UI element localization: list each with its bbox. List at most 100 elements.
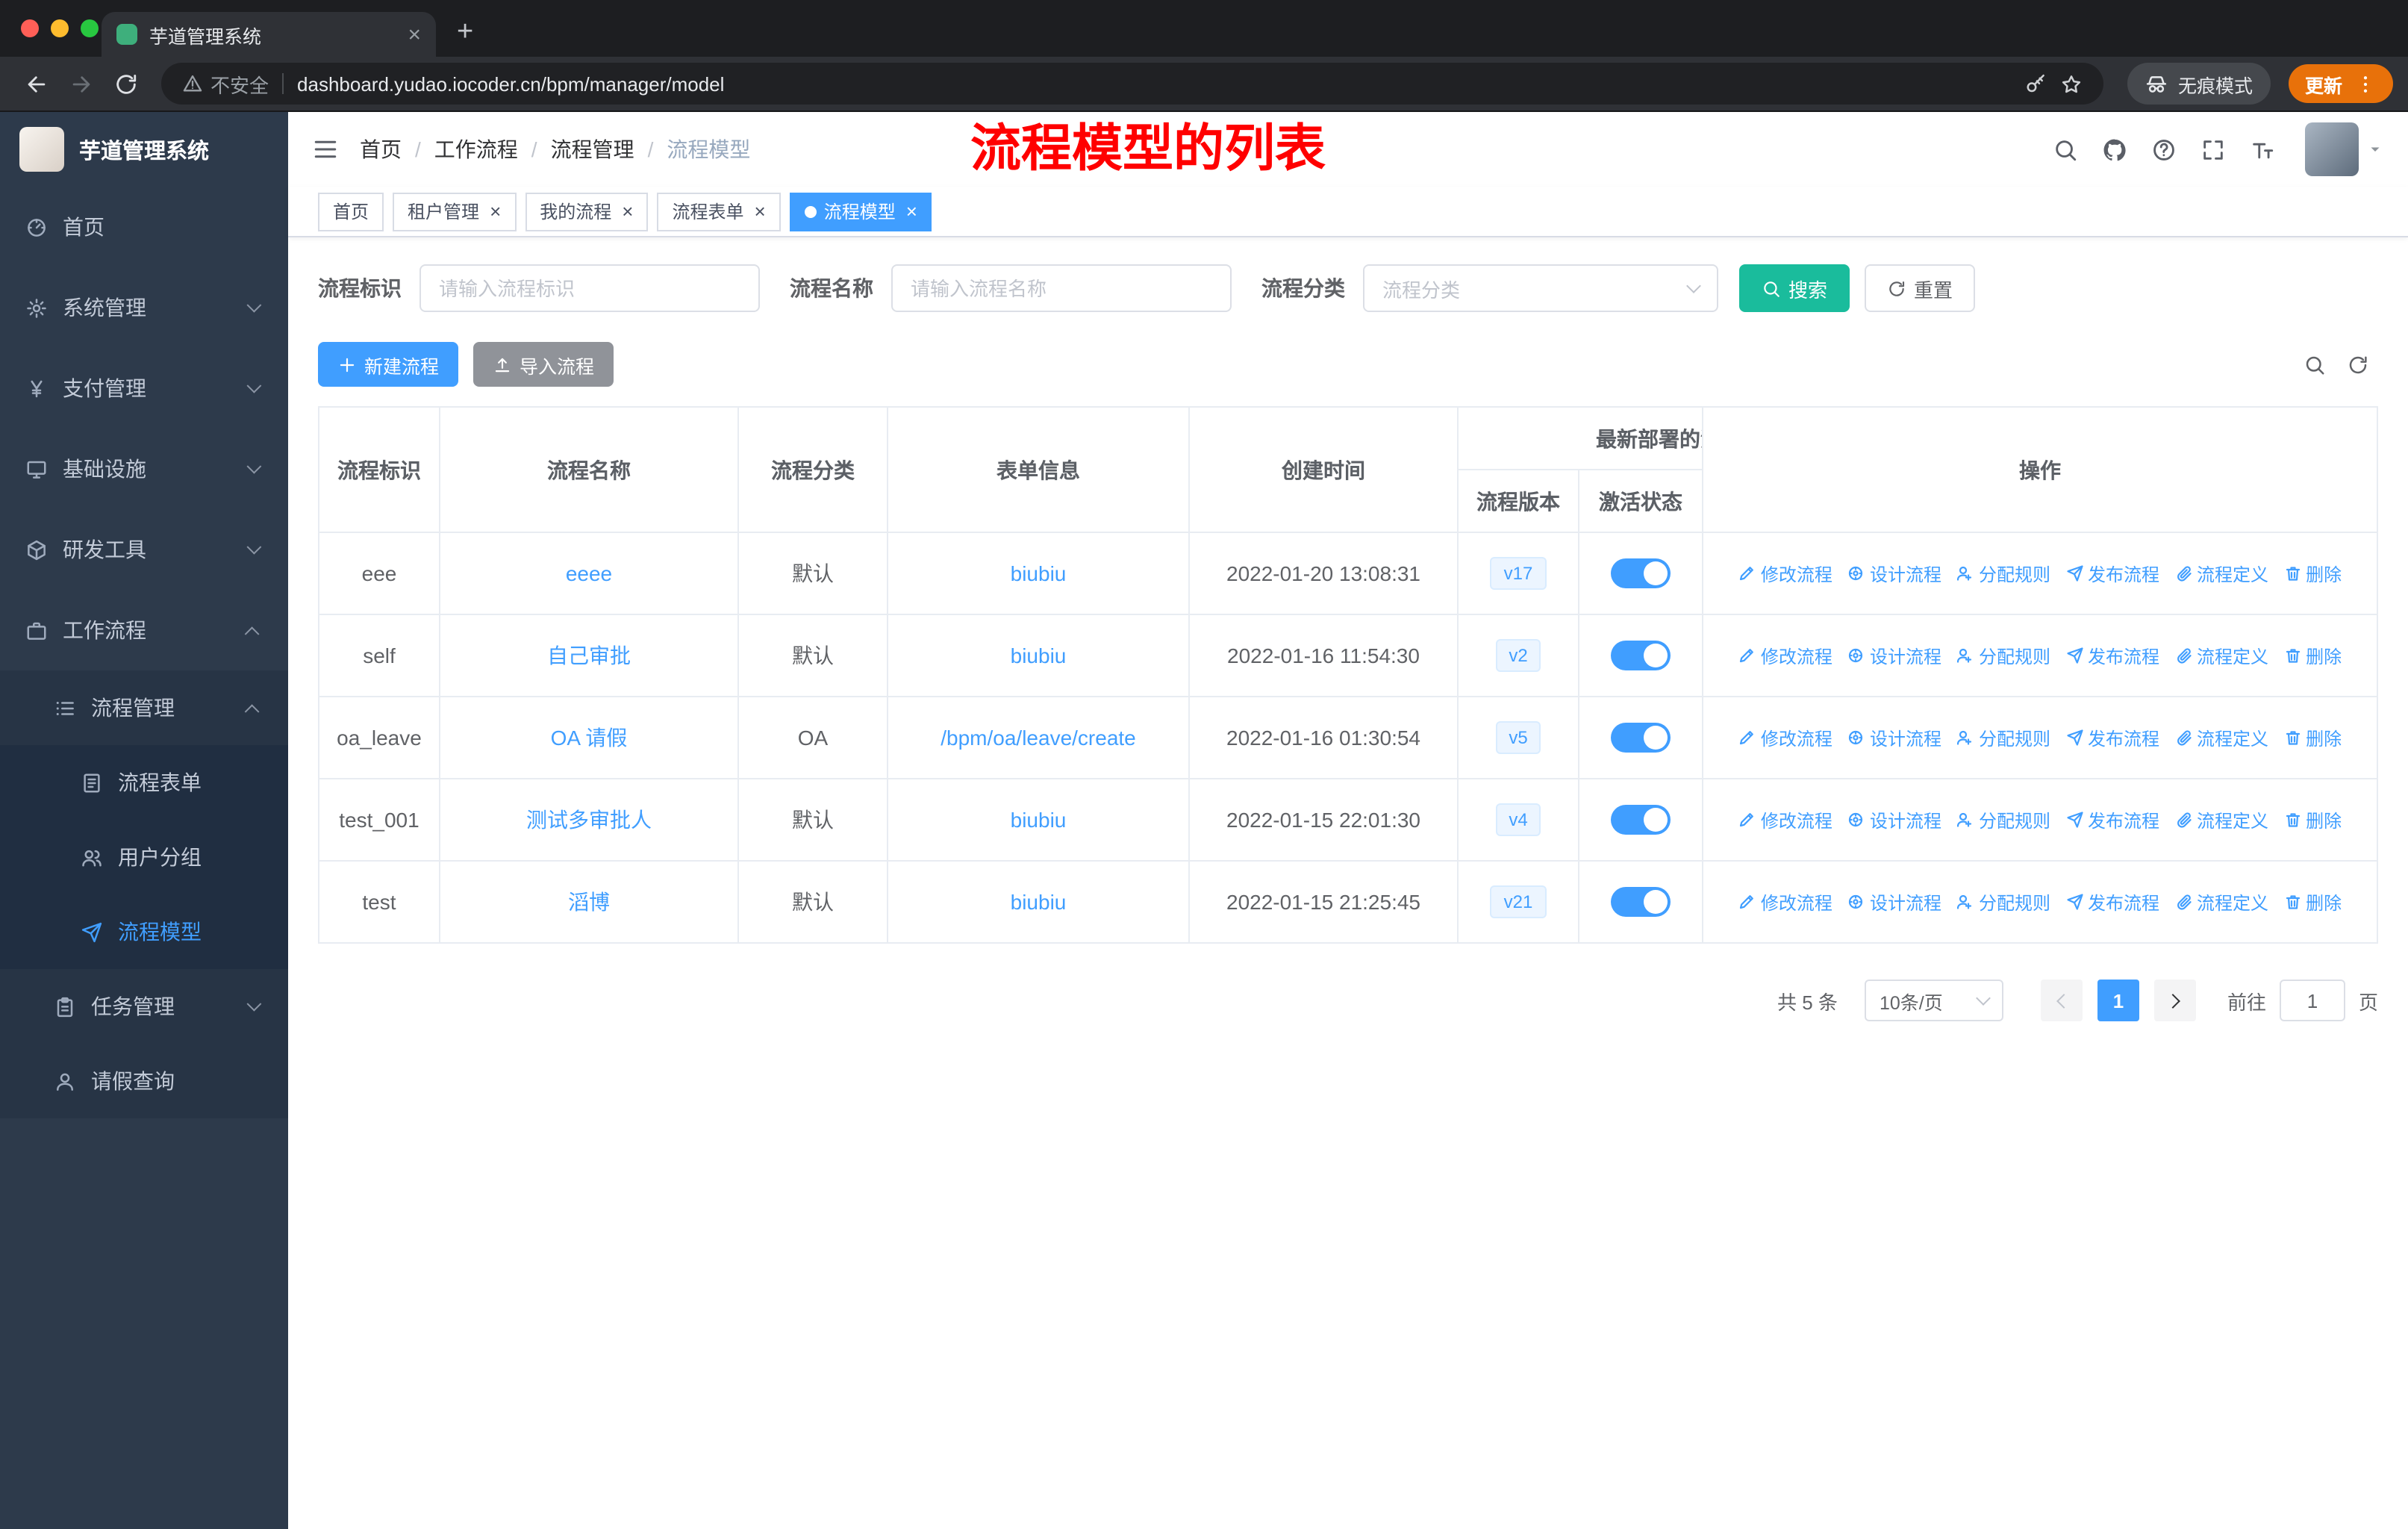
page-size-select[interactable]: 10条/页 xyxy=(1864,980,2003,1021)
tab-close-icon[interactable]: × xyxy=(408,23,421,46)
action-delete[interactable]: 删除 xyxy=(2283,889,2342,915)
sidebar-item-workflow[interactable]: 工作流程 xyxy=(0,590,288,670)
tag-process-model[interactable]: 流程模型 × xyxy=(789,192,932,231)
action-design[interactable]: 设计流程 xyxy=(1847,561,1941,586)
process-name-link[interactable]: 滔博 xyxy=(568,890,610,914)
password-key-icon[interactable] xyxy=(2024,72,2047,95)
process-name-link[interactable]: 测试多审批人 xyxy=(526,808,652,832)
process-name-link[interactable]: eeee xyxy=(566,561,612,585)
tag-close-icon[interactable]: × xyxy=(906,202,917,221)
action-publish[interactable]: 发布流程 xyxy=(2065,561,2159,586)
form-link[interactable]: biubiu xyxy=(1011,808,1067,832)
search-button[interactable]: 搜索 xyxy=(1739,264,1850,312)
breadcrumb-item[interactable]: 工作流程 xyxy=(434,134,518,164)
new-tab-button[interactable]: + xyxy=(457,18,473,46)
tag-close-icon[interactable]: × xyxy=(622,202,633,221)
fullscreen-icon[interactable] xyxy=(2200,137,2226,162)
github-icon[interactable] xyxy=(2102,137,2127,162)
address-bar[interactable]: 不安全 dashboard.yudao.iocoder.cn/bpm/manag… xyxy=(161,63,2103,105)
status-toggle[interactable] xyxy=(1611,887,1671,917)
action-assign[interactable]: 分配规则 xyxy=(1956,561,2050,586)
current-page-button[interactable]: 1 xyxy=(2097,980,2139,1021)
update-chip[interactable]: 更新 xyxy=(2288,64,2393,103)
action-design[interactable]: 设计流程 xyxy=(1847,889,1941,915)
sidebar-item-leave-query[interactable]: 请假查询 xyxy=(0,1044,288,1118)
user-avatar[interactable] xyxy=(2305,122,2384,176)
tag-my-process[interactable]: 我的流程 × xyxy=(525,192,649,231)
sidebar-item-user-group[interactable]: 用户分组 xyxy=(0,820,288,894)
reload-button[interactable] xyxy=(105,63,146,105)
zoom-window-button[interactable] xyxy=(81,19,99,37)
action-design[interactable]: 设计流程 xyxy=(1847,725,1941,750)
action-delete[interactable]: 删除 xyxy=(2283,561,2342,586)
security-status[interactable]: 不安全 xyxy=(182,69,269,98)
action-definition[interactable]: 流程定义 xyxy=(2174,561,2268,586)
sidebar-item-process-model[interactable]: 流程模型 xyxy=(0,894,288,969)
action-edit[interactable]: 修改流程 xyxy=(1738,643,1832,668)
close-window-button[interactable] xyxy=(21,19,39,37)
action-publish[interactable]: 发布流程 xyxy=(2065,889,2159,915)
font-size-icon[interactable] xyxy=(2250,137,2275,162)
action-design[interactable]: 设计流程 xyxy=(1847,807,1941,832)
create-process-button[interactable]: 新建流程 xyxy=(318,342,459,387)
action-edit[interactable]: 修改流程 xyxy=(1738,889,1832,915)
form-link[interactable]: biubiu xyxy=(1011,561,1067,585)
action-definition[interactable]: 流程定义 xyxy=(2174,807,2268,832)
tag-close-icon[interactable]: × xyxy=(755,202,766,221)
action-edit[interactable]: 修改流程 xyxy=(1738,561,1832,586)
action-assign[interactable]: 分配规则 xyxy=(1956,807,2050,832)
tag-tenant-management[interactable]: 租户管理 × xyxy=(393,192,517,231)
form-link[interactable]: biubiu xyxy=(1011,644,1067,667)
process-name-input[interactable] xyxy=(891,264,1232,312)
breadcrumb-item[interactable]: 首页 xyxy=(360,134,402,164)
action-definition[interactable]: 流程定义 xyxy=(2174,889,2268,915)
refresh-table-icon[interactable] xyxy=(2347,353,2369,376)
action-definition[interactable]: 流程定义 xyxy=(2174,643,2268,668)
status-toggle[interactable] xyxy=(1611,723,1671,753)
sidebar-toggle-icon[interactable] xyxy=(312,136,339,163)
action-edit[interactable]: 修改流程 xyxy=(1738,725,1832,750)
sidebar-item-process-form[interactable]: 流程表单 xyxy=(0,745,288,820)
action-publish[interactable]: 发布流程 xyxy=(2065,643,2159,668)
prev-page-button[interactable] xyxy=(2040,980,2083,1021)
process-key-input[interactable] xyxy=(419,264,760,312)
browser-tab[interactable]: 芋道管理系统 × xyxy=(102,12,436,57)
import-process-button[interactable]: 导入流程 xyxy=(473,342,614,387)
tag-process-form[interactable]: 流程表单 × xyxy=(657,192,781,231)
form-link[interactable]: /bpm/oa/leave/create xyxy=(941,726,1136,750)
tag-close-icon[interactable]: × xyxy=(490,202,501,221)
action-delete[interactable]: 删除 xyxy=(2283,643,2342,668)
process-name-link[interactable]: 自己审批 xyxy=(547,644,631,667)
form-link[interactable]: biubiu xyxy=(1011,890,1067,914)
sidebar-item-dev-tools[interactable]: 研发工具 xyxy=(0,509,288,590)
action-publish[interactable]: 发布流程 xyxy=(2065,725,2159,750)
status-toggle[interactable] xyxy=(1611,641,1671,670)
goto-page-input[interactable] xyxy=(2279,980,2345,1021)
sidebar-item-home[interactable]: 首页 xyxy=(0,187,288,267)
action-delete[interactable]: 删除 xyxy=(2283,807,2342,832)
action-definition[interactable]: 流程定义 xyxy=(2174,725,2268,750)
browser-menu-icon[interactable] xyxy=(2354,72,2377,95)
forward-button[interactable] xyxy=(60,63,102,105)
search-icon[interactable] xyxy=(2053,137,2078,162)
action-publish[interactable]: 发布流程 xyxy=(2065,807,2159,832)
sidebar-item-payment-management[interactable]: 支付管理 xyxy=(0,348,288,429)
sidebar-item-system-management[interactable]: 系统管理 xyxy=(0,267,288,348)
category-select[interactable]: 流程分类 xyxy=(1363,264,1718,312)
back-button[interactable] xyxy=(15,63,57,105)
action-design[interactable]: 设计流程 xyxy=(1847,643,1941,668)
action-edit[interactable]: 修改流程 xyxy=(1738,807,1832,832)
sidebar-item-process-management[interactable]: 流程管理 xyxy=(0,670,288,745)
help-icon[interactable] xyxy=(2151,137,2177,162)
sidebar-item-infrastructure[interactable]: 基础设施 xyxy=(0,429,288,509)
sidebar-item-task-management[interactable]: 任务管理 xyxy=(0,969,288,1044)
next-page-button[interactable] xyxy=(2153,980,2196,1021)
status-toggle[interactable] xyxy=(1611,558,1671,588)
minimize-window-button[interactable] xyxy=(51,19,69,37)
status-toggle[interactable] xyxy=(1611,805,1671,835)
bookmark-star-icon[interactable] xyxy=(2060,72,2083,95)
breadcrumb-item[interactable]: 流程管理 xyxy=(551,134,634,164)
action-assign[interactable]: 分配规则 xyxy=(1956,889,2050,915)
action-assign[interactable]: 分配规则 xyxy=(1956,643,2050,668)
action-assign[interactable]: 分配规则 xyxy=(1956,725,2050,750)
